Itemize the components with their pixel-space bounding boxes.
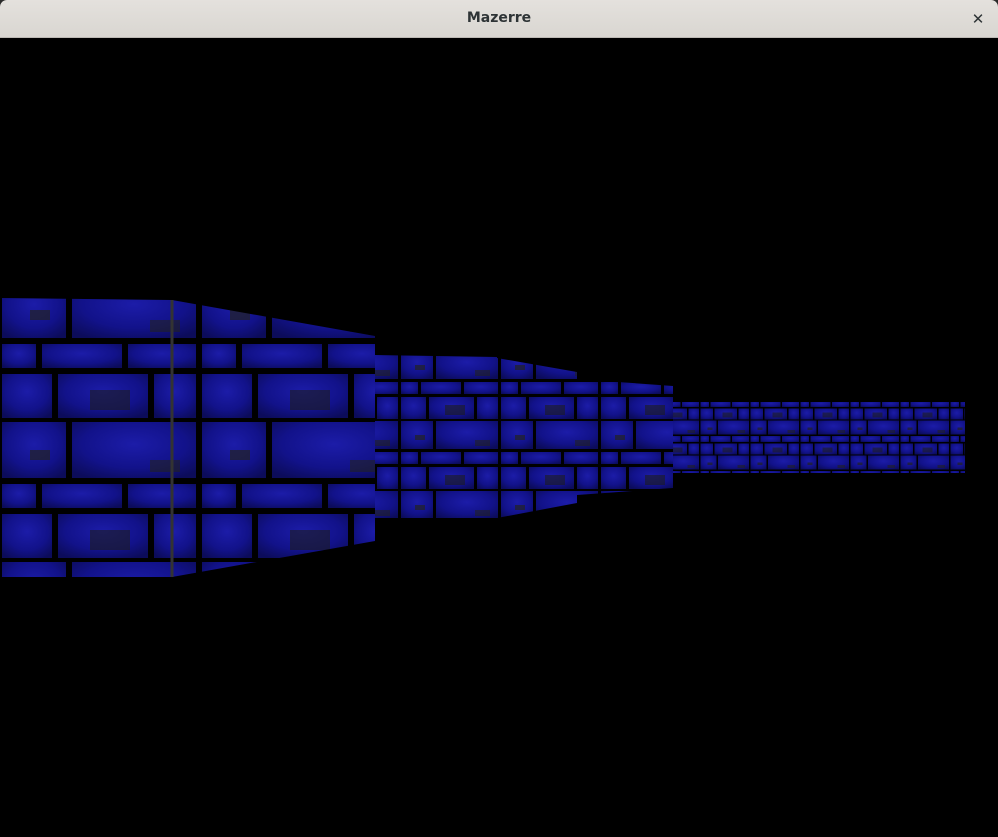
wall-segment-5 bbox=[577, 379, 673, 495]
wall-segment-1 bbox=[0, 298, 172, 577]
wall-segment-3 bbox=[375, 355, 497, 518]
close-button[interactable]: ✕ bbox=[968, 9, 988, 29]
title-bar[interactable]: Mazerre ✕ bbox=[0, 0, 998, 38]
game-viewport[interactable] bbox=[0, 38, 998, 837]
wall-segment-4 bbox=[497, 358, 577, 518]
wall-segment-6 bbox=[673, 402, 965, 473]
window-title: Mazerre bbox=[466, 10, 532, 26]
wall-segment-2 bbox=[172, 300, 375, 577]
maze-3d-view bbox=[0, 298, 965, 577]
game-window: Mazerre ✕ bbox=[0, 0, 998, 837]
close-icon: ✕ bbox=[971, 10, 985, 28]
